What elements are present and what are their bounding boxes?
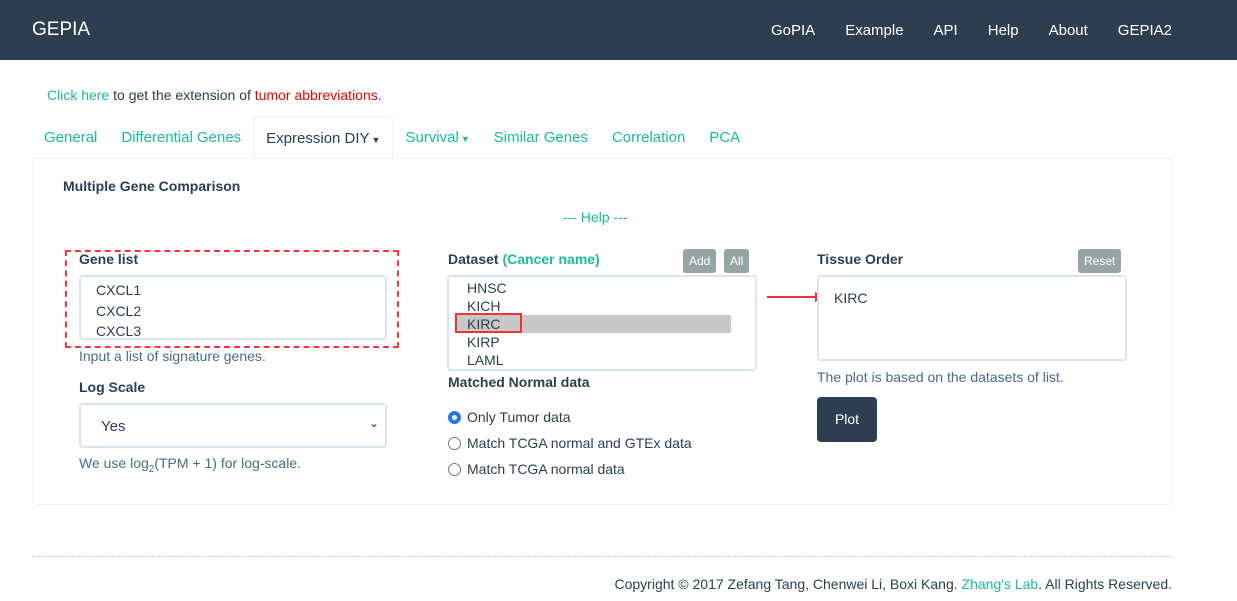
- main-panel: Multiple Gene Comparison --- Help --- Ge…: [32, 158, 1172, 505]
- brand-logo[interactable]: GEPIA: [32, 19, 90, 41]
- caret-down-icon: ▼: [460, 134, 470, 144]
- tab-pca[interactable]: PCA: [697, 116, 752, 159]
- footer-divider: [32, 556, 1172, 557]
- reset-button[interactable]: Reset: [1078, 249, 1122, 273]
- help-link[interactable]: --- Help ---: [563, 209, 628, 225]
- dataset-option[interactable]: KIRP: [449, 333, 755, 351]
- cancer-name-link[interactable]: (Cancer name): [502, 251, 599, 267]
- dataset-label: Dataset (Cancer name): [448, 251, 600, 267]
- gene-entry: CXCL2: [96, 302, 142, 319]
- nav-api[interactable]: API: [934, 22, 958, 39]
- nav-gopia[interactable]: GoPIA: [771, 22, 815, 39]
- tab-expression-diy[interactable]: Expression DIY ▼: [253, 116, 394, 159]
- tab-label: Survival: [405, 129, 459, 146]
- gene-entry: CXCL3: [96, 323, 142, 339]
- dataset-option[interactable]: LAML: [449, 351, 755, 369]
- gene-list-label: Gene list: [79, 251, 139, 267]
- tissue-order-label: Tissue Order: [817, 251, 904, 267]
- nav-gepia2[interactable]: GEPIA2: [1118, 22, 1172, 39]
- radio-tcga-gtex[interactable]: Match TCGA normal and GTEx data: [448, 435, 692, 451]
- radio-tcga-normal[interactable]: Match TCGA normal data: [448, 461, 625, 477]
- selection-highlight: [455, 313, 522, 333]
- gene-entry: CXCL1: [96, 282, 142, 298]
- tab-correlation[interactable]: Correlation: [600, 116, 697, 159]
- tab-differential-genes[interactable]: Differential Genes: [109, 116, 253, 159]
- nav-example[interactable]: Example: [845, 22, 903, 39]
- tab-survival[interactable]: Survival ▼: [393, 116, 481, 159]
- log-scale-label: Log Scale: [79, 379, 146, 395]
- log-scale-select[interactable]: Yes ⌄: [79, 403, 387, 448]
- dataset-listbox[interactable]: HNSC KICH KIRC KIRP LAML: [447, 275, 757, 371]
- navbar: GEPIA GoPIA Example API Help About GEPIA…: [0, 0, 1237, 60]
- copyright: Copyright © 2017 Zefang Tang, Chenwei Li…: [614, 576, 1172, 592]
- tissue-value: KIRC: [834, 290, 868, 306]
- caret-down-icon: ▼: [371, 135, 381, 145]
- nav-about[interactable]: About: [1049, 22, 1088, 39]
- panel-title: Multiple Gene Comparison: [63, 178, 241, 194]
- plot-button[interactable]: Plot: [817, 397, 877, 442]
- matched-normal-label: Matched Normal data: [448, 374, 590, 390]
- log-scale-value: Yes: [101, 418, 126, 435]
- tissue-hint: The plot is based on the datasets of lis…: [817, 369, 1064, 385]
- gene-list-hint: Input a list of signature genes.: [79, 348, 266, 364]
- log-scale-hint: We use log2(TPM + 1) for log-scale.: [79, 455, 301, 475]
- zhangs-lab-link[interactable]: Zhang's Lab: [962, 576, 1039, 592]
- tab-general[interactable]: General: [32, 116, 109, 159]
- notice-text: to get the extension of: [109, 87, 255, 103]
- tab-similar-genes[interactable]: Similar Genes: [482, 116, 600, 159]
- click-here-link[interactable]: Click here: [47, 87, 109, 103]
- all-button[interactable]: All: [724, 249, 750, 273]
- dataset-option[interactable]: HNSC: [449, 279, 755, 297]
- notice-end: .: [377, 87, 382, 103]
- nav-help[interactable]: Help: [988, 22, 1019, 39]
- chevron-down-icon: ⌄: [368, 416, 379, 430]
- tab-bar: General Differential Genes Expression DI…: [32, 116, 1172, 159]
- tab-label: Expression DIY: [266, 130, 370, 147]
- gene-list-textarea[interactable]: CXCL1 CXCL2 CXCL3: [79, 275, 387, 340]
- tumor-abbreviations-link[interactable]: tumor abbreviations: [255, 87, 378, 103]
- add-button[interactable]: Add: [683, 249, 717, 273]
- tissue-order-textarea[interactable]: KIRC: [817, 275, 1127, 361]
- dataset-option-selected[interactable]: KIRC: [455, 313, 731, 333]
- radio-only-tumor[interactable]: Only Tumor data: [448, 409, 571, 425]
- notice: Click here to get the extension of tumor…: [47, 87, 382, 103]
